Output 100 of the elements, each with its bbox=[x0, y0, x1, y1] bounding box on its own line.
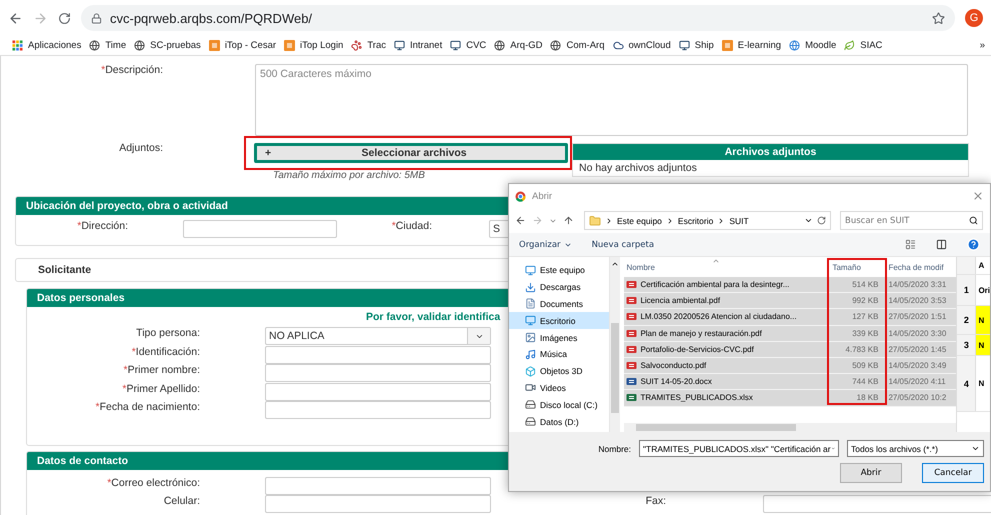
globe-icon bbox=[550, 40, 562, 51]
chevron-icon bbox=[605, 216, 613, 224]
file-row[interactable]: Portafolio-de-Servicios-CVC.pdf 4.783 KB 27/05/2020 1:45 bbox=[624, 342, 956, 358]
bookmark-link[interactable]: SC-pruebas bbox=[134, 40, 201, 51]
file-row[interactable]: LM.0350 20200526 Atencion al ciudadano... 127 KB 27/05/2020 1:51 bbox=[624, 309, 956, 326]
view-icon[interactable] bbox=[905, 239, 916, 250]
field-label: *Descripción: bbox=[100, 64, 163, 76]
lock-icon bbox=[91, 12, 102, 24]
bookmark-link[interactable]: iTop - Cesar bbox=[208, 40, 276, 51]
url-text: cvc-pqrweb.arqbs.com/PQRDWeb/ bbox=[110, 10, 312, 26]
back-icon[interactable] bbox=[8, 10, 23, 26]
select-files-button[interactable]: + Seleccionar archivos bbox=[254, 143, 568, 163]
address-field[interactable] bbox=[183, 220, 337, 238]
bookmark-link[interactable]: CVC bbox=[450, 40, 486, 51]
sidebar-item[interactable]: Música bbox=[509, 346, 609, 363]
person-type-select[interactable]: NO APLICA bbox=[265, 327, 491, 345]
organize-menu[interactable]: Organizar bbox=[519, 240, 572, 250]
cancel-button[interactable]: Cancelar bbox=[922, 463, 984, 483]
close-icon[interactable] bbox=[972, 190, 984, 202]
path-segment[interactable]: SUIT bbox=[729, 216, 749, 226]
square-logo-icon bbox=[722, 40, 733, 51]
row-number: 3 bbox=[957, 335, 976, 355]
bookmark-link[interactable]: Time bbox=[89, 40, 126, 51]
sidebar-item[interactable]: Este equipo bbox=[509, 262, 609, 279]
bookmark-link[interactable]: Intranet bbox=[394, 40, 442, 51]
file-name: Salvoconducto.pdf bbox=[640, 361, 706, 370]
file-row[interactable]: Licencia ambiental.pdf 992 KB 14/05/2020 3:53 bbox=[624, 293, 956, 310]
file-date: 14/05/2020 3:53 bbox=[887, 296, 948, 306]
search-field[interactable]: Buscar en SUIT bbox=[840, 211, 983, 230]
column-header[interactable]: Fecha de modif bbox=[886, 262, 956, 272]
scrollbar[interactable] bbox=[608, 257, 620, 432]
description-field[interactable]: 500 Caracteres máximo bbox=[255, 64, 968, 136]
bookmark-link[interactable]: ownCloud bbox=[612, 40, 671, 51]
back-icon[interactable] bbox=[515, 215, 526, 226]
bookmark-link[interactable]: iTop Login bbox=[284, 40, 344, 51]
word-file-icon bbox=[626, 376, 638, 388]
help-icon[interactable] bbox=[967, 238, 980, 251]
bookmark-link[interactable]: Aplicaciones bbox=[12, 40, 82, 51]
document-icon bbox=[525, 298, 536, 310]
sidebar-item[interactable]: Escritorio bbox=[509, 312, 609, 330]
reload-icon[interactable] bbox=[58, 12, 71, 24]
pdf-file-icon bbox=[626, 311, 638, 322]
sidebar-item[interactable]: Datos (D:) bbox=[509, 413, 609, 430]
file-size: 127 KB bbox=[851, 312, 880, 322]
fax-field[interactable] bbox=[763, 495, 991, 513]
text-field[interactable] bbox=[265, 346, 491, 364]
text-field[interactable] bbox=[265, 495, 491, 513]
field-label: *Dirección: bbox=[76, 220, 128, 232]
file-row[interactable]: TRAMITES_PUBLICADOS.xlsx 18 KB 27/05/2020 10:2 bbox=[624, 390, 956, 406]
bookmark-link[interactable]: E-learning bbox=[722, 40, 782, 51]
bookmark-link[interactable]: Trac bbox=[351, 40, 386, 51]
field-label: *Primer nombre: bbox=[122, 364, 200, 376]
up-icon[interactable] bbox=[563, 215, 574, 226]
download-icon bbox=[525, 282, 536, 293]
pdf-file-icon bbox=[626, 344, 638, 355]
path-bar[interactable]: Este equipo Escritorio SUIT bbox=[584, 211, 831, 230]
preview-pane-icon[interactable] bbox=[936, 239, 947, 250]
file-row[interactable]: Salvoconducto.pdf 509 KB 14/05/2020 3:49 bbox=[624, 358, 956, 374]
star-icon[interactable] bbox=[932, 12, 945, 24]
more-bookmarks[interactable]: » bbox=[980, 40, 985, 51]
file-name: SUIT 14-05-20.docx bbox=[640, 377, 712, 386]
sidebar-item[interactable]: Disco local (C:) bbox=[509, 396, 609, 414]
file-name: TRAMITES_PUBLICADOS.xlsx bbox=[640, 393, 753, 402]
bookmark-link[interactable]: Arq-GD bbox=[494, 40, 542, 51]
profile-avatar[interactable]: G bbox=[965, 9, 983, 27]
scroll-up-icon[interactable] bbox=[611, 260, 620, 268]
refresh-icon[interactable] bbox=[817, 216, 826, 225]
field-label: Tipo persona: bbox=[135, 327, 200, 339]
open-button[interactable]: Abrir bbox=[840, 463, 902, 483]
bookmark-link[interactable]: Moodle bbox=[789, 40, 836, 51]
bookmark-link[interactable]: Com-Arq bbox=[550, 40, 604, 51]
file-row[interactable]: Plan de manejo y restauración.pdf 339 KB 14/05/2020 3:30 bbox=[624, 326, 956, 342]
dropdown-icon[interactable] bbox=[804, 216, 813, 225]
sidebar-item[interactable]: Videos bbox=[509, 380, 609, 396]
text-field[interactable] bbox=[265, 382, 491, 400]
film-icon bbox=[525, 382, 536, 394]
text-field[interactable] bbox=[265, 477, 491, 495]
path-segment[interactable]: Escritorio bbox=[678, 216, 714, 226]
square-logo-icon bbox=[208, 40, 220, 51]
field-label: *Identificación: bbox=[130, 346, 200, 358]
row-number: 1 bbox=[957, 275, 976, 305]
sidebar-item[interactable]: Objetos 3D bbox=[509, 362, 609, 380]
bookmark-link[interactable]: SIAC bbox=[844, 40, 882, 51]
bookmark-link[interactable]: Ship bbox=[678, 40, 714, 51]
file-name-field[interactable]: "TRAMITES_PUBLICADOS.xlsx" "Certificación ar bbox=[639, 440, 839, 457]
column-header[interactable]: Nombre bbox=[624, 262, 830, 272]
file-row[interactable]: Certificación ambiental para la desintegr... 514 KB 14/05/2020 3:31 bbox=[624, 277, 956, 294]
path-segment[interactable]: Este equipo bbox=[617, 216, 662, 226]
horizontal-scrollbar[interactable] bbox=[624, 423, 956, 432]
address-bar[interactable]: cvc-pqrweb.arqbs.com/PQRDWeb/ bbox=[81, 5, 955, 31]
text-field[interactable] bbox=[265, 364, 491, 382]
text-field[interactable] bbox=[265, 401, 491, 419]
new-folder-button[interactable]: Nueva carpeta bbox=[592, 240, 654, 250]
file-type-select[interactable]: Todos los archivos (*.*) bbox=[847, 440, 984, 457]
empty-message: No hay archivos adjuntos bbox=[578, 161, 698, 176]
panel-title: Archivos adjuntos bbox=[573, 144, 968, 160]
file-date: 27/05/2020 1:51 bbox=[887, 312, 948, 322]
column-header[interactable]: Tamaño bbox=[830, 262, 886, 272]
file-row[interactable]: SUIT 14-05-20.docx 744 KB 14/05/2020 4:11 bbox=[624, 374, 956, 390]
sidebar-item[interactable]: Imágenes bbox=[509, 329, 609, 346]
